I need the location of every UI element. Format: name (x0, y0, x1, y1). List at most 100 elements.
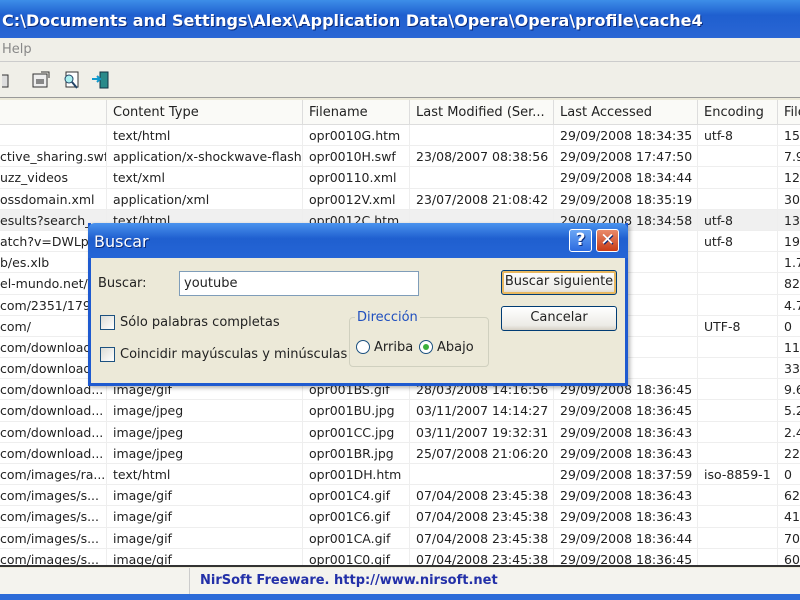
table-cell: 0 (778, 464, 800, 484)
find-next-button[interactable]: Buscar siguiente (501, 270, 617, 295)
copy-icon[interactable] (0, 69, 22, 91)
table-cell: 30 (778, 189, 800, 209)
table-cell: utf-8 (698, 209, 778, 230)
table-cell (410, 125, 554, 146)
table-cell: text/html (107, 125, 303, 146)
table-cell: 03/11/2007 14:14:27 (410, 400, 554, 421)
whole-words-checkbox[interactable] (100, 315, 115, 330)
table-cell: 15 (778, 125, 800, 145)
table-row[interactable]: text/html opr0010G.htm 29/09/2008 18:34:35… (0, 125, 800, 147)
table-cell: uzz_videos (0, 167, 107, 188)
table-cell: UTF-8 (698, 315, 778, 336)
table-cell: opr001BU.jpg (303, 400, 410, 421)
table-cell: com/images/s... (0, 548, 107, 565)
window-border (0, 594, 800, 600)
table-cell: ctive_sharing.swf (0, 146, 107, 167)
table-cell: 29/09/2008 18:37:59 (554, 464, 698, 485)
table-cell (698, 167, 778, 188)
table-cell (698, 252, 778, 273)
status-panel (0, 568, 190, 594)
properties-icon[interactable] (30, 69, 52, 91)
column-header[interactable] (0, 100, 107, 124)
table-row[interactable]: com/download... image/jpeg opr001BU.jpg 03/… (0, 400, 800, 422)
table-cell: 70 (778, 528, 800, 548)
table-cell (698, 336, 778, 358)
table-cell (410, 167, 554, 188)
table-cell: 29/09/2008 18:36:43 (554, 485, 698, 506)
table-cell: 13 (778, 210, 800, 230)
table-cell: com/download... (0, 400, 107, 421)
table-cell: 4.7 (778, 295, 800, 315)
exit-icon[interactable] (90, 69, 112, 91)
match-case-label: Coincidir mayúsculas y minúsculas (120, 347, 348, 362)
status-link[interactable]: NirSoft Freeware. http://www.nirsoft.net (190, 568, 508, 594)
table-cell (698, 421, 778, 442)
column-header[interactable]: Last Accessed (554, 100, 698, 124)
table-cell: 07/04/2008 23:45:38 (410, 485, 554, 506)
cancel-button[interactable]: Cancelar (501, 306, 617, 331)
table-cell: 03/11/2007 19:32:31 (410, 421, 554, 442)
table-row[interactable]: ctive_sharing.swf application/x-shockwave… (0, 146, 800, 168)
search-label: Buscar: (98, 276, 147, 291)
menu-help[interactable]: Help (2, 42, 32, 57)
table-cell: image/gif (107, 485, 303, 506)
table-cell: 7.9 (778, 146, 800, 166)
table-cell (698, 548, 778, 565)
column-header[interactable]: Encoding (698, 100, 778, 124)
table-row[interactable]: com/download... image/jpeg opr001BR.jpg 25/… (0, 442, 800, 464)
table-cell: 12 (778, 167, 800, 187)
column-header[interactable]: Content Type (107, 100, 303, 124)
column-header[interactable]: Last Modified (Ser... (410, 100, 554, 124)
table-cell: com/images/s... (0, 527, 107, 548)
column-header[interactable]: File (778, 100, 800, 124)
table-cell: image/jpeg (107, 421, 303, 442)
table-cell: 22 (778, 443, 800, 463)
table-row[interactable]: com/images/s... image/gif opr001C0.gif 07/0… (0, 548, 800, 565)
table-cell: 62 (778, 485, 800, 505)
table-cell: 2.4 (778, 422, 800, 442)
table-cell (698, 442, 778, 463)
table-cell: 25/07/2008 21:06:20 (410, 442, 554, 463)
table-cell: 5.2 (778, 400, 800, 420)
table-cell: opr00110.xml (303, 167, 410, 188)
table-cell: com/download... (0, 442, 107, 463)
table-cell: text/html (107, 464, 303, 485)
find-icon[interactable] (60, 69, 82, 91)
table-cell: text/xml (107, 167, 303, 188)
table-cell: opr001CC.jpg (303, 421, 410, 442)
table-cell: 23/07/2008 21:08:42 (410, 188, 554, 209)
table-cell: image/gif (107, 506, 303, 527)
table-cell (0, 125, 107, 146)
dialog-title-bar: Buscar ? ✕ (88, 223, 628, 258)
up-radio[interactable] (356, 340, 370, 354)
table-row[interactable]: com/images/s... image/gif opr001CA.gif 07/0… (0, 527, 800, 549)
table-cell (410, 464, 554, 485)
table-cell: 19 (778, 231, 800, 251)
search-input[interactable]: youtube (179, 271, 419, 296)
table-cell: 60 (778, 549, 800, 565)
down-radio[interactable] (419, 340, 433, 354)
table-row[interactable]: com/download... image/jpeg opr001CC.jpg 03/… (0, 421, 800, 443)
table-row[interactable]: com/images/ra... text/html opr001DH.htm 29/… (0, 464, 800, 486)
table-cell: image/jpeg (107, 400, 303, 421)
table-cell: utf-8 (698, 125, 778, 146)
table-row[interactable]: uzz_videos text/xml opr00110.xml 29/09/2008… (0, 167, 800, 189)
column-header[interactable]: Filename (303, 100, 410, 124)
help-button[interactable]: ? (569, 229, 592, 252)
table-cell: 29/09/2008 17:47:50 (554, 146, 698, 167)
match-case-checkbox[interactable] (100, 347, 115, 362)
table-cell: com/images/ra... (0, 464, 107, 485)
table-cell (698, 358, 778, 379)
menu-bar: Help (0, 38, 800, 62)
table-cell: 0 (778, 316, 800, 336)
table-row[interactable]: com/images/s... image/gif opr001C4.gif 07/0… (0, 485, 800, 507)
table-row[interactable]: ossdomain.xml application/xml opr0012V.xml… (0, 188, 800, 210)
table-cell: opr001C0.gif (303, 548, 410, 565)
table-cell (698, 188, 778, 209)
table-cell: 07/04/2008 23:45:38 (410, 527, 554, 548)
table-cell: application/x-shockwave-flash (107, 146, 303, 167)
table-cell: image/jpeg (107, 442, 303, 463)
close-button[interactable]: ✕ (596, 229, 619, 252)
table-cell: 41 (778, 506, 800, 526)
table-row[interactable]: com/images/s... image/gif opr001C6.gif 07/0… (0, 506, 800, 528)
